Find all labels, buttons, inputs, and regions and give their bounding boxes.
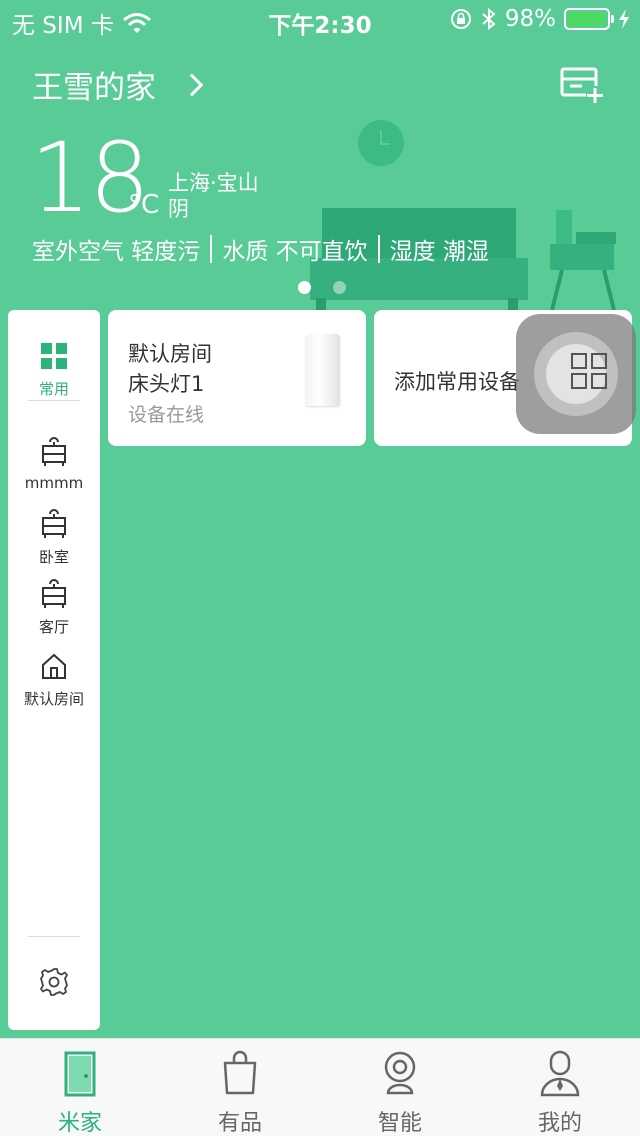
humidity: 湿度 潮湿 bbox=[389, 239, 489, 265]
home-selector[interactable]: 王雪的家 bbox=[32, 62, 204, 107]
grid-icon bbox=[571, 353, 607, 389]
tab-bar: 米家 有品 智能 我的 bbox=[0, 1038, 640, 1136]
lamp-image bbox=[306, 334, 340, 406]
status-right: 98% bbox=[449, 6, 630, 32]
room-illustration bbox=[310, 120, 616, 310]
page-dot[interactable] bbox=[333, 281, 346, 294]
weather-location: 上海·宝山 阴 bbox=[168, 170, 259, 222]
chevron-right-icon bbox=[180, 73, 204, 96]
sidebar-item-label: mmmm bbox=[24, 474, 84, 492]
person-icon bbox=[540, 1050, 580, 1097]
divider bbox=[210, 235, 213, 263]
battery-percent: 98% bbox=[504, 6, 556, 32]
door-icon bbox=[64, 1051, 96, 1097]
battery-fill bbox=[568, 12, 606, 26]
sidebar-item-default-room[interactable]: 默认房间 bbox=[8, 652, 100, 709]
battery-icon bbox=[564, 8, 614, 30]
sidebar-item-label: 默认房间 bbox=[23, 690, 84, 708]
charging-icon bbox=[619, 9, 629, 29]
room-icon bbox=[42, 579, 66, 608]
tab-youpin[interactable]: 有品 bbox=[160, 1039, 320, 1136]
page-dot[interactable] bbox=[298, 281, 311, 294]
water-quality: 水质 不可直饮 bbox=[222, 239, 368, 265]
grid-icon bbox=[41, 343, 67, 369]
device-name: 床头灯1 bbox=[128, 372, 205, 396]
sidebar-item-favorites[interactable]: 常用 bbox=[8, 342, 100, 399]
tab-smart[interactable]: 智能 bbox=[320, 1039, 480, 1136]
sidebar-item-label: 客厅 bbox=[38, 618, 69, 636]
location-label: 上海·宝山 bbox=[168, 171, 259, 195]
sidebar-item-living-room[interactable]: 客厅 bbox=[8, 578, 100, 637]
tab-label: 米家 bbox=[57, 1111, 102, 1136]
gear-icon[interactable] bbox=[38, 966, 70, 998]
tab-label: 我的 bbox=[537, 1111, 582, 1136]
home-name: 王雪的家 bbox=[32, 70, 156, 106]
rotation-lock-icon bbox=[450, 9, 471, 29]
device-status: 设备在线 bbox=[128, 404, 205, 426]
environment-summary: 室外空气 轻度污 水质 不可直饮 湿度 潮湿 bbox=[32, 232, 489, 266]
tab-profile[interactable]: 我的 bbox=[480, 1039, 640, 1136]
page-indicator bbox=[298, 281, 346, 294]
sidebar-item-label: 常用 bbox=[38, 380, 69, 398]
bag-icon bbox=[223, 1050, 257, 1095]
sidebar-item-label: 卧室 bbox=[38, 548, 69, 566]
divider bbox=[377, 235, 380, 263]
room-sidebar: 常用 mmmm 卧室 客厅 默认房间 bbox=[8, 310, 100, 1030]
tab-label: 有品 bbox=[217, 1111, 262, 1136]
add-device-icon[interactable] bbox=[560, 66, 604, 104]
device-card[interactable]: 默认房间 床头灯1 设备在线 bbox=[108, 310, 366, 446]
tab-mijia[interactable]: 米家 bbox=[0, 1039, 160, 1136]
device-room: 默认房间 bbox=[128, 342, 212, 366]
room-icon bbox=[42, 509, 66, 538]
status-bar: 无 SIM 卡 下午2:30 98% bbox=[0, 0, 640, 40]
room-icon bbox=[42, 437, 66, 466]
divider bbox=[28, 936, 80, 937]
sidebar-item-bedroom[interactable]: 卧室 bbox=[8, 508, 100, 567]
temperature-unit: °C bbox=[128, 190, 160, 220]
air-quality: 室外空气 轻度污 bbox=[32, 239, 201, 265]
bluetooth-icon bbox=[482, 7, 496, 31]
divider bbox=[28, 400, 80, 401]
camera-icon bbox=[384, 1051, 416, 1095]
weather-condition: 阴 bbox=[168, 197, 189, 221]
house-icon bbox=[42, 653, 66, 679]
assistive-touch-button[interactable] bbox=[516, 314, 636, 434]
add-favorite-label: 添加常用设备 bbox=[394, 370, 520, 394]
sidebar-item-mmmm[interactable]: mmmm bbox=[8, 436, 100, 492]
tab-label: 智能 bbox=[377, 1111, 422, 1136]
